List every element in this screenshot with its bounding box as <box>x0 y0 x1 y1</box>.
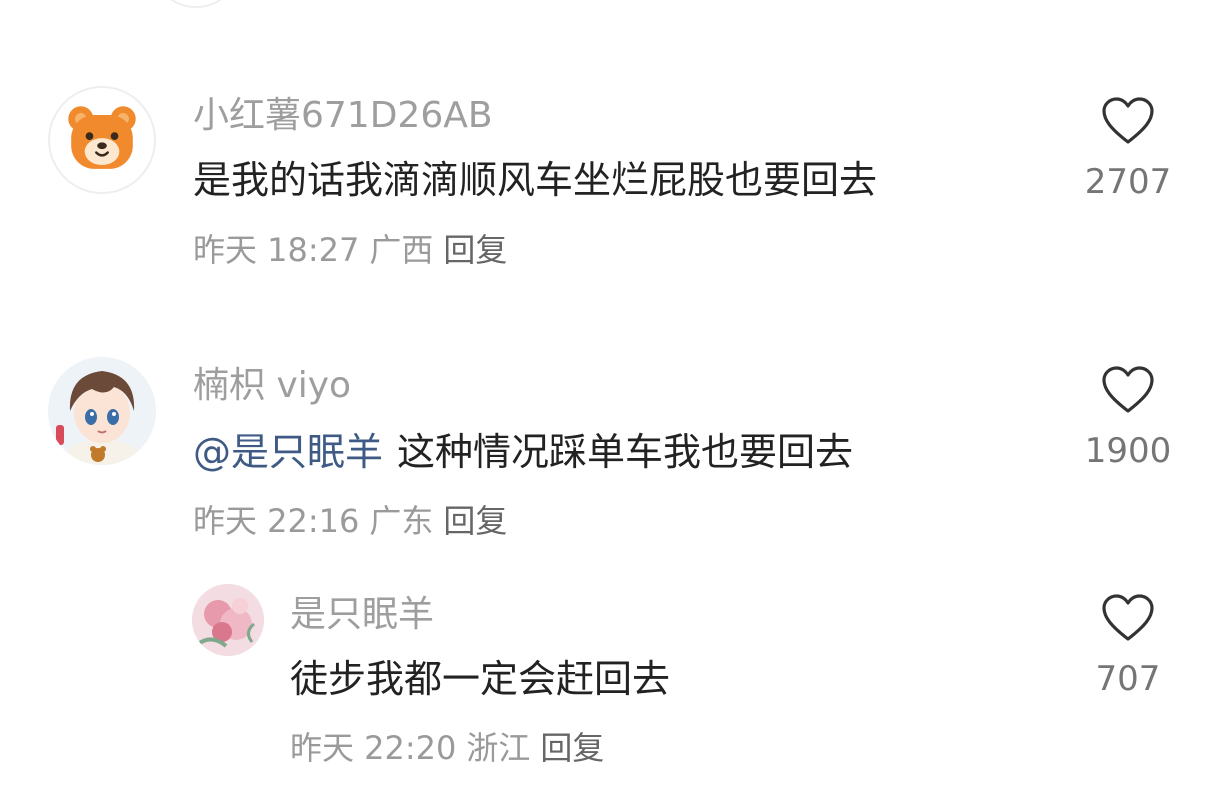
comment-text: 徒步我都一定会赶回去 <box>290 657 670 701</box>
heart-icon[interactable] <box>1101 96 1155 146</box>
like-button[interactable]: 2707 <box>1073 96 1183 202</box>
flower-avatar-icon <box>192 584 264 656</box>
like-count: 1900 <box>1084 431 1172 471</box>
comment-time: 昨天 18:27 <box>193 231 360 269</box>
like-button[interactable]: 707 <box>1073 593 1183 699</box>
like-count: 707 <box>1095 659 1161 699</box>
reply-button[interactable]: 回复 <box>443 231 507 269</box>
comment-body: 徒步我都一定会赶回去 <box>290 657 671 701</box>
avatar[interactable] <box>48 86 156 194</box>
reply-button[interactable]: 回复 <box>443 502 507 540</box>
comment-username[interactable]: 小红薯671D26AB <box>193 96 493 136</box>
like-button[interactable]: 1900 <box>1073 365 1183 471</box>
avatar[interactable] <box>48 357 156 465</box>
comment-meta: 昨天 22:16 广东 回复 <box>193 503 517 539</box>
heart-icon[interactable] <box>1101 365 1155 415</box>
comment-text: @是只眠羊 这种情况踩单车我也要回去 <box>193 430 853 474</box>
anime-boy-avatar-icon <box>48 357 156 465</box>
comment-meta: 昨天 22:20 浙江 回复 <box>290 730 614 766</box>
reply-button[interactable]: 回复 <box>540 729 604 767</box>
like-count: 2707 <box>1084 162 1172 202</box>
comment-location: 广西 <box>369 231 434 269</box>
heart-icon[interactable] <box>1101 593 1155 643</box>
comment-body: 是我的话我滴滴顺风车坐烂屁股也要回去 <box>193 158 878 202</box>
mention-link[interactable]: @是只眠羊 <box>193 430 383 474</box>
comment-username[interactable]: 是只眠羊 <box>290 595 434 635</box>
comment-location: 浙江 <box>466 729 531 767</box>
previous-avatar-edge <box>156 0 236 8</box>
comment-location: 广东 <box>369 502 434 540</box>
bear-avatar-icon <box>68 106 136 169</box>
comment-username[interactable]: 楠枳 viyo <box>193 366 351 406</box>
comment-text: 是我的话我滴滴顺风车坐烂屁股也要回去 <box>193 158 877 202</box>
comment-time: 昨天 22:20 <box>290 729 457 767</box>
comment-meta: 昨天 18:27 广西 回复 <box>193 232 517 268</box>
avatar[interactable] <box>192 584 264 656</box>
comment-time: 昨天 22:16 <box>193 502 360 540</box>
comment-body: 这种情况踩单车我也要回去 <box>397 430 854 474</box>
